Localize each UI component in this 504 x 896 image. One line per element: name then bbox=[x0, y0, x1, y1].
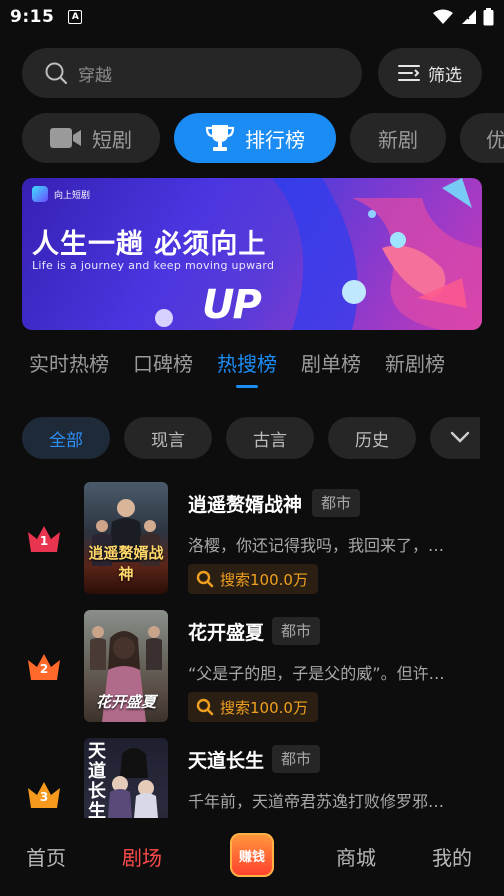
poster-title: 天道长生 bbox=[88, 741, 106, 819]
tab-playlist[interactable]: 剧单榜 bbox=[301, 350, 361, 390]
genre-tag: 都市 bbox=[272, 745, 321, 773]
search-count-badge: 搜索100.0万 bbox=[188, 564, 318, 594]
drama-description: 洛樱，你还记得我吗，我回来了，… bbox=[188, 536, 445, 555]
search-count: 搜索100.0万 bbox=[220, 698, 308, 717]
drama-description: 千年前，天道帝君苏逸打败修罗邪… bbox=[188, 792, 445, 811]
trophy-icon bbox=[205, 125, 235, 151]
banner-logo-text: 向上短剧 bbox=[54, 190, 91, 201]
tab-label: 新剧 bbox=[378, 127, 418, 152]
poster-title: 花开盛夏 bbox=[95, 693, 156, 711]
chip-modern-romance[interactable]: 现言 bbox=[124, 417, 212, 459]
nav-mall[interactable]: 商城 bbox=[336, 842, 376, 871]
genre-chips: 全部 现言 古言 历史 bbox=[22, 417, 480, 459]
tab-new-ranking[interactable]: 新剧榜 bbox=[385, 350, 445, 390]
battery-icon bbox=[483, 8, 494, 26]
drama-poster[interactable]: 逍遥赘婿战神 bbox=[84, 482, 168, 594]
drama-list-item[interactable]: 2 花开盛夏 花开盛夏 都市 “父是子的胆，子是父的威”。但许… 搜索100.0… bbox=[22, 610, 482, 726]
filter-icon bbox=[398, 65, 420, 81]
drama-list-item[interactable]: 3 天道长生 天道长生 都市 千年前，天道帝君苏逸打败修罗邪… bbox=[22, 738, 482, 818]
tab-realtime-hot[interactable]: 实时热榜 bbox=[29, 350, 109, 390]
rank-number: 2 bbox=[39, 662, 49, 676]
tab-hot-search[interactable]: 热搜榜 bbox=[217, 350, 277, 390]
banner-subtitle: Life is a journey and keep moving upward bbox=[32, 259, 275, 272]
search-count-badge: 搜索100.0万 bbox=[188, 692, 318, 722]
rank-badge: 3 bbox=[26, 780, 62, 810]
drama-description: “父是子的胆，子是父的威”。但许… bbox=[188, 664, 445, 683]
tab-label: 排行榜 bbox=[245, 127, 305, 152]
search-placeholder: 穿越 bbox=[78, 65, 112, 86]
tab-more[interactable]: 优 bbox=[460, 113, 504, 163]
banner-title: 人生一趟 必须向上 bbox=[32, 229, 267, 260]
search-icon bbox=[196, 570, 214, 588]
nav-earn-button[interactable]: 赚钱 bbox=[230, 833, 274, 877]
chip-ancient-romance[interactable]: 古言 bbox=[226, 417, 314, 459]
wifi-icon bbox=[433, 9, 453, 24]
rank-badge: 1 bbox=[26, 524, 62, 554]
chip-history[interactable]: 历史 bbox=[328, 417, 416, 459]
poster-title: 逍遥赘婿战神 bbox=[88, 544, 164, 583]
banner-up-mark: UP bbox=[202, 282, 262, 328]
rank-number: 3 bbox=[39, 790, 49, 804]
search-row: 穿越 筛选 bbox=[22, 48, 482, 98]
tab-new-drama[interactable]: 新剧 bbox=[350, 113, 446, 163]
chip-all[interactable]: 全部 bbox=[22, 417, 110, 459]
tab-label: 优 bbox=[486, 127, 504, 152]
status-time: 9:15 bbox=[10, 7, 55, 27]
genre-tag: 都市 bbox=[312, 489, 361, 517]
bottom-navigation: 首页 剧场 赚钱 商城 我的 bbox=[0, 818, 504, 896]
tab-label: 短剧 bbox=[92, 127, 132, 152]
nav-home[interactable]: 首页 bbox=[26, 842, 66, 871]
video-camera-icon bbox=[50, 128, 81, 148]
filter-button[interactable]: 筛选 bbox=[378, 48, 482, 98]
rank-number: 1 bbox=[39, 534, 49, 548]
filter-label: 筛选 bbox=[428, 65, 462, 86]
tab-ranking[interactable]: 排行榜 bbox=[174, 113, 336, 163]
search-icon bbox=[45, 62, 68, 85]
app-logo-icon bbox=[32, 186, 48, 202]
earn-label: 赚钱 bbox=[238, 849, 265, 865]
chevron-down-icon[interactable] bbox=[448, 425, 472, 449]
drama-title[interactable]: 天道长生 bbox=[188, 746, 264, 773]
search-input[interactable]: 穿越 bbox=[22, 48, 362, 98]
search-count: 搜索100.0万 bbox=[220, 570, 308, 589]
signal-icon bbox=[462, 10, 476, 24]
top-tabs: 短剧 排行榜 新剧 优 bbox=[22, 113, 504, 163]
rank-badge: 2 bbox=[26, 652, 62, 682]
drama-poster[interactable]: 天道长生 bbox=[84, 738, 168, 818]
nav-mine[interactable]: 我的 bbox=[432, 842, 472, 871]
drama-list-item[interactable]: 1 逍遥赘婿战神 逍遥赘婿战神 都市 洛樱，你还记得我吗，我回来了，… 搜索10… bbox=[22, 482, 482, 598]
search-icon bbox=[196, 698, 214, 716]
app-notification-icon: A bbox=[68, 10, 83, 24]
tab-short-drama[interactable]: 短剧 bbox=[22, 113, 160, 163]
status-bar: 9:15 A bbox=[0, 0, 504, 34]
tab-reputation[interactable]: 口碑榜 bbox=[133, 350, 193, 390]
genre-tag: 都市 bbox=[272, 617, 321, 645]
drama-title[interactable]: 花开盛夏 bbox=[188, 618, 264, 645]
nav-theater[interactable]: 剧场 bbox=[122, 842, 162, 871]
status-icons bbox=[433, 8, 494, 26]
drama-title[interactable]: 逍遥赘婿战神 bbox=[188, 490, 302, 517]
promo-banner[interactable]: 向上短剧 人生一趟 必须向上 Life is a journey and kee… bbox=[22, 178, 482, 330]
banner-logo: 向上短剧 bbox=[32, 186, 90, 202]
ranking-tabs: 实时热榜 口碑榜 热搜榜 剧单榜 新剧榜 bbox=[29, 350, 445, 390]
drama-poster[interactable]: 花开盛夏 bbox=[84, 610, 168, 722]
